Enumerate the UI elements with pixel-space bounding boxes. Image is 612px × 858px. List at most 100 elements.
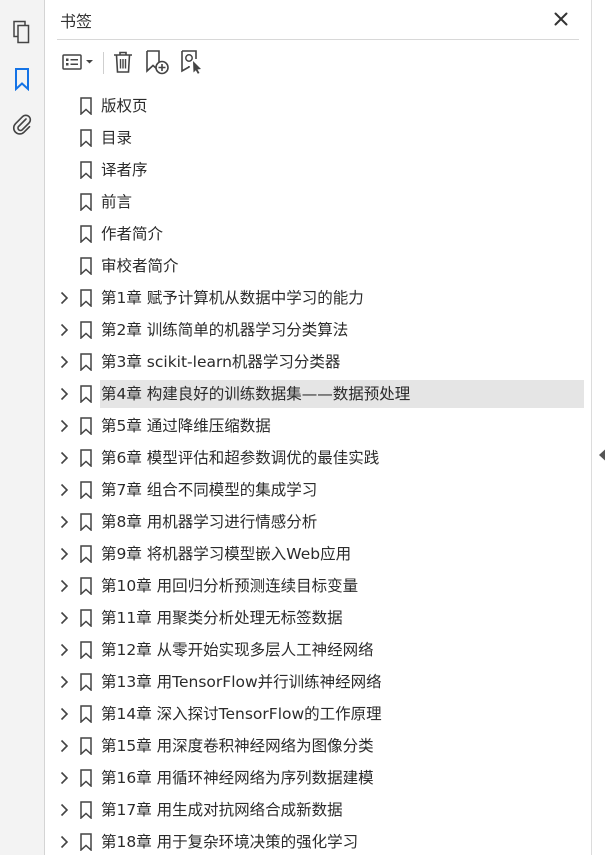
bookmark-item[interactable]: 第4章 构建良好的训练数据集——数据预处理 [45, 378, 591, 410]
bookmark-icon [80, 353, 92, 371]
close-icon[interactable] [550, 8, 572, 30]
bookmark-icon [80, 577, 92, 595]
trash-icon [114, 51, 132, 73]
options-menu-button[interactable] [60, 48, 98, 76]
bookmark-icon [80, 705, 92, 723]
bookmarks-panel: 书签 版权页 目录 译者序 前言 作者简介 审校者简介 第1章 赋予计算机从数据… [45, 0, 591, 855]
bookmark-label: 第15章 用深度卷积神经网络为图像分类 [101, 737, 374, 755]
bookmark-item[interactable]: 前言 [45, 186, 591, 218]
options-menu-icon [62, 54, 93, 70]
bookmark-icon [80, 737, 92, 755]
bookmark-label: 版权页 [101, 97, 148, 115]
bookmark-label: 作者简介 [101, 225, 164, 243]
bookmark-label: 前言 [101, 193, 133, 211]
bookmarks-icon[interactable] [9, 66, 35, 92]
toolbar-separator [103, 52, 104, 74]
bookmark-item[interactable]: 译者序 [45, 154, 591, 186]
bookmark-label: 第12章 从零开始实现多层人工神经网络 [101, 641, 374, 659]
bookmark-item[interactable]: 第16章 用循环神经网络为序列数据建模 [45, 762, 591, 794]
bookmark-label: 第5章 通过降维压缩数据 [101, 417, 271, 435]
chevron-right-icon[interactable] [57, 675, 71, 689]
bookmark-item[interactable]: 第2章 训练简单的机器学习分类算法 [45, 314, 591, 346]
chevron-right-icon[interactable] [57, 611, 71, 625]
bookmark-item[interactable]: 第18章 用于复杂环境决策的强化学习 [45, 826, 591, 858]
bookmark-label: 审校者简介 [101, 257, 179, 275]
find-current-bookmark-button[interactable] [178, 48, 206, 76]
bookmark-item[interactable]: 第6章 模型评估和超参数调优的最佳实践 [45, 442, 591, 474]
bookmark-icon [80, 385, 92, 403]
chevron-right-icon[interactable] [57, 739, 71, 753]
chevron-right-icon[interactable] [57, 387, 71, 401]
attachments-icon[interactable] [9, 111, 35, 137]
chevron-right-icon[interactable] [57, 419, 71, 433]
bookmark-label: 第14章 深入探讨TensorFlow的工作原理 [101, 705, 382, 723]
bookmark-item[interactable]: 第13章 用TensorFlow并行训练神经网络 [45, 666, 591, 698]
pages-thumbnails-icon[interactable] [9, 19, 35, 45]
bookmark-item[interactable]: 审校者简介 [45, 250, 591, 282]
bookmark-label: 译者序 [101, 161, 148, 179]
new-bookmark-button[interactable] [143, 48, 171, 76]
chevron-right-icon[interactable] [57, 291, 71, 305]
chevron-right-icon[interactable] [57, 547, 71, 561]
chevron-right-icon[interactable] [57, 579, 71, 593]
chevron-right-icon[interactable] [57, 323, 71, 337]
chevron-right-icon[interactable] [57, 835, 71, 849]
chevron-right-icon[interactable] [57, 515, 71, 529]
bookmark-item[interactable]: 第8章 用机器学习进行情感分析 [45, 506, 591, 538]
bookmark-icon [80, 833, 92, 851]
bookmark-label: 第18章 用于复杂环境决策的强化学习 [101, 833, 359, 851]
bookmark-label: 第3章 scikit-learn机器学习分类器 [101, 353, 341, 371]
chevron-right-icon[interactable] [57, 803, 71, 817]
bookmark-label: 第17章 用生成对抗网络合成新数据 [101, 801, 343, 819]
bookmark-item[interactable]: 作者简介 [45, 218, 591, 250]
panel-header: 书签 [45, 0, 591, 40]
header-divider [57, 39, 579, 40]
bookmark-item[interactable]: 第5章 通过降维压缩数据 [45, 410, 591, 442]
delete-bookmark-button[interactable] [109, 48, 137, 76]
bookmark-icon [80, 609, 92, 627]
bookmark-icon [80, 321, 92, 339]
bookmark-icon [80, 97, 92, 115]
chevron-right-icon[interactable] [57, 771, 71, 785]
bookmark-label: 第13章 用TensorFlow并行训练神经网络 [101, 673, 382, 691]
bookmark-item[interactable]: 第3章 scikit-learn机器学习分类器 [45, 346, 591, 378]
bookmark-icon [80, 481, 92, 499]
bookmark-item[interactable]: 第17章 用生成对抗网络合成新数据 [45, 794, 591, 826]
bookmark-icon [80, 801, 92, 819]
chevron-right-icon[interactable] [57, 451, 71, 465]
bookmark-item[interactable]: 第12章 从零开始实现多层人工神经网络 [45, 634, 591, 666]
bookmark-icon [80, 769, 92, 787]
bookmark-label: 第8章 用机器学习进行情感分析 [101, 513, 318, 531]
bookmark-label: 第16章 用循环神经网络为序列数据建模 [101, 769, 374, 787]
bookmark-item[interactable]: 第1章 赋予计算机从数据中学习的能力 [45, 282, 591, 314]
bookmark-item[interactable]: 版权页 [45, 90, 591, 122]
bookmark-icon [80, 673, 92, 691]
collapse-panel-strip[interactable] [591, 0, 612, 855]
bookmark-item[interactable]: 第7章 组合不同模型的集成学习 [45, 474, 591, 506]
bookmark-item[interactable]: 目录 [45, 122, 591, 154]
bookmark-item[interactable]: 第11章 用聚类分析处理无标签数据 [45, 602, 591, 634]
bookmark-icon [80, 161, 92, 179]
bookmark-label: 第10章 用回归分析预测连续目标变量 [101, 577, 359, 595]
bookmark-item[interactable]: 第15章 用深度卷积神经网络为图像分类 [45, 730, 591, 762]
bookmark-icon [80, 257, 92, 275]
chevron-right-icon[interactable] [57, 707, 71, 721]
bookmark-item[interactable]: 第9章 将机器学习模型嵌入Web应用 [45, 538, 591, 570]
chevron-right-icon[interactable] [57, 355, 71, 369]
collapse-arrow-icon[interactable] [598, 449, 606, 461]
bookmark-icon [80, 641, 92, 659]
bookmark-icon [80, 289, 92, 307]
bookmark-label: 第4章 构建良好的训练数据集——数据预处理 [101, 385, 411, 403]
find-current-bookmark-icon [181, 50, 201, 74]
bookmark-label: 第11章 用聚类分析处理无标签数据 [101, 609, 343, 627]
bookmark-icon [80, 193, 92, 211]
bookmark-label: 第1章 赋予计算机从数据中学习的能力 [101, 289, 364, 307]
bookmark-label: 目录 [101, 129, 133, 147]
chevron-right-icon[interactable] [57, 483, 71, 497]
chevron-right-icon[interactable] [57, 643, 71, 657]
bookmark-label: 第7章 组合不同模型的集成学习 [101, 481, 318, 499]
bookmark-label: 第6章 模型评估和超参数调优的最佳实践 [101, 449, 380, 467]
bookmark-item[interactable]: 第14章 深入探讨TensorFlow的工作原理 [45, 698, 591, 730]
left-navigation-rail [0, 0, 45, 855]
bookmark-item[interactable]: 第10章 用回归分析预测连续目标变量 [45, 570, 591, 602]
